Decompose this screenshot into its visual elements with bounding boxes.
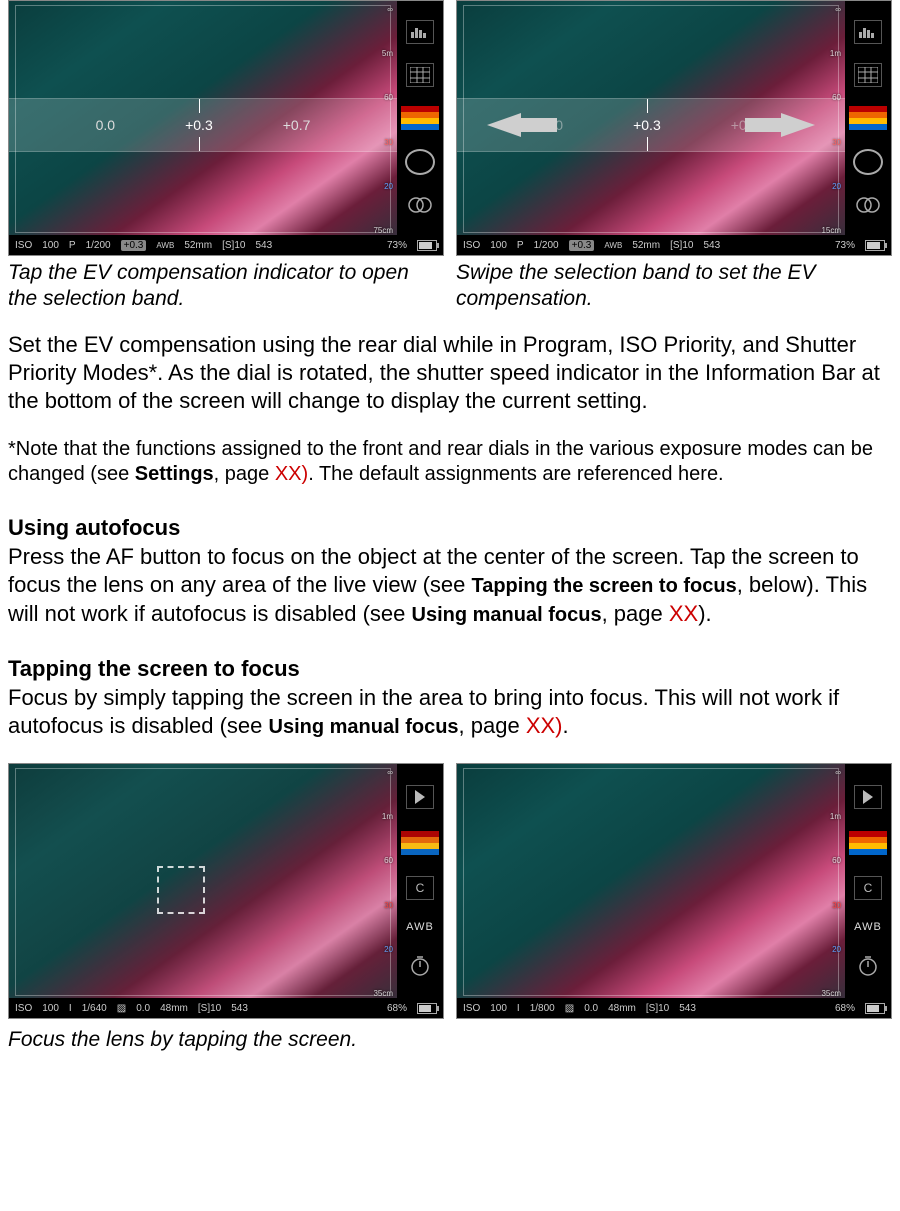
distance-scale: ∞ 1m 60 30 20 35cm [369,764,395,998]
side-toolbar: C AWB [397,764,443,998]
ev-value-next: +0.7 [283,117,311,133]
paragraph-ev-dial: Set the EV compensation using the rear d… [8,331,892,415]
rgb-histogram-icon [401,831,439,855]
caption-ev-swipe: Swipe the selection band to set the EV c… [456,256,892,313]
custom-icon[interactable]: C [406,876,434,900]
battery-icon [865,1003,885,1014]
grid-icon[interactable] [854,63,882,87]
figure-ev-tap: ∞ 5m 60 30 20 75cm 0.0 +0.3 +0.7 [8,0,444,313]
distance-scale: ∞ 1m 60 30 20 35cm [817,764,843,998]
ev-value-current: +0.3 [185,117,213,133]
paragraph-tap-focus: Focus by simply tapping the screen in th… [8,684,892,741]
grid-icon[interactable] [406,63,434,87]
ev-selection-band[interactable]: 0.0 +0.3 +0.7 [9,98,397,152]
play-icon[interactable] [406,785,434,809]
info-bar: ISO 100 I 1/640 ▨ 0.0 48mm [S]10 543 68% [9,998,443,1018]
side-toolbar [845,1,891,235]
heading-autofocus: Using autofocus [8,515,892,541]
figure-row-focus: ∞ 1m 60 30 20 35cm C AWB [8,763,892,1019]
info-bar: ISO 100 I 1/800 ▨ 0.0 48mm [S]10 543 68% [457,998,891,1018]
timer-icon[interactable] [407,955,433,977]
battery-icon [417,240,437,251]
lens-rings-icon[interactable] [855,194,881,216]
figure-ev-swipe: ∞ 1m 60 30 20 15cm 0.0 +0.3 +0.7 [456,0,892,313]
side-toolbar: C AWB [845,764,891,998]
focus-target-box[interactable] [157,866,205,914]
swipe-right-icon [781,113,815,137]
ev-value-prev: 0.0 [96,117,115,133]
screenshot-focus-after: ∞ 1m 60 30 20 35cm C AWB [456,763,892,1019]
rgb-histogram-icon [401,106,439,130]
histogram-icon[interactable] [406,20,434,44]
ev-value-current: +0.3 [633,117,661,133]
battery-icon [417,1003,437,1014]
side-toolbar [397,1,443,235]
screenshot-ev-tap: ∞ 5m 60 30 20 75cm 0.0 +0.3 +0.7 [8,0,444,256]
ev-indicator[interactable]: +0.3 [121,240,147,251]
caption-ev-tap: Tap the EV compensation indicator to ope… [8,256,444,313]
info-bar: ISO 100 P 1/200 +0.3 AWB 52mm [S]10 543 … [457,235,891,255]
awb-label[interactable]: AWB [406,921,434,933]
rgb-histogram-icon [849,831,887,855]
rgb-histogram-icon [849,106,887,130]
focus-point-icon[interactable] [405,149,435,175]
heading-tap-focus: Tapping the screen to focus [8,656,892,682]
focus-point-icon[interactable] [853,149,883,175]
screenshot-focus-before: ∞ 1m 60 30 20 35cm C AWB [8,763,444,1019]
paragraph-autofocus: Press the AF button to focus on the obje… [8,543,892,628]
ev-selection-band[interactable]: 0.0 +0.3 +0.7 [457,98,845,152]
timer-icon[interactable] [855,955,881,977]
lens-rings-icon[interactable] [407,194,433,216]
figure-focus-before: ∞ 1m 60 30 20 35cm C AWB [8,763,444,1019]
awb-label[interactable]: AWB [854,921,882,933]
footnote-dial-assignment: *Note that the functions assigned to the… [8,437,892,487]
caption-focus: Focus the lens by tapping the screen. [8,1023,892,1053]
battery-icon [865,240,885,251]
figure-row-ev: ∞ 5m 60 30 20 75cm 0.0 +0.3 +0.7 [8,0,892,313]
figure-focus-after: ∞ 1m 60 30 20 35cm C AWB [456,763,892,1019]
swipe-left-icon [487,113,521,137]
histogram-icon[interactable] [854,20,882,44]
info-bar: ISO 100 P 1/200 +0.3 AWB 52mm [S]10 543 … [9,235,443,255]
play-icon[interactable] [854,785,882,809]
screenshot-ev-swipe: ∞ 1m 60 30 20 15cm 0.0 +0.3 +0.7 [456,0,892,256]
ev-indicator[interactable]: +0.3 [569,240,595,251]
custom-icon[interactable]: C [854,876,882,900]
